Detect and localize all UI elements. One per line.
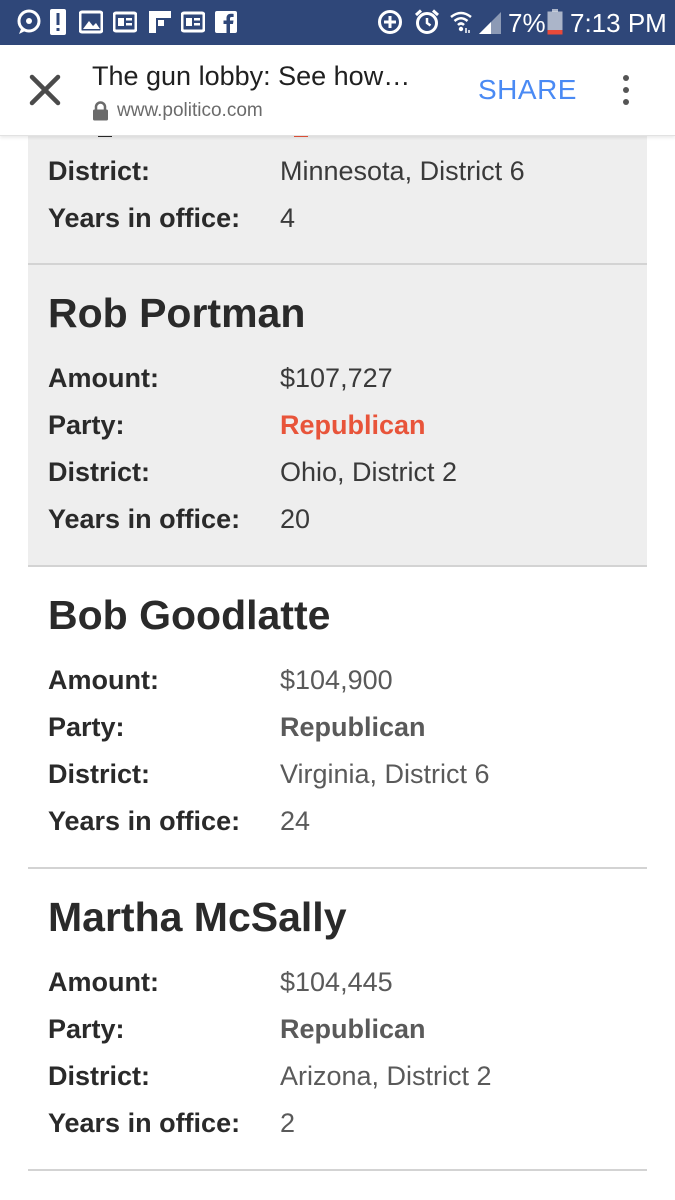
district-row: District: Arizona, District 2 xyxy=(48,1059,638,1093)
amount-label: Amount: xyxy=(48,967,159,997)
party-row: Party: Republican xyxy=(48,710,638,744)
party-value: Republican xyxy=(280,712,426,742)
party-label: Party: xyxy=(48,712,125,742)
candidate-name: Rob Portman xyxy=(48,290,306,336)
amount-label: Amount: xyxy=(48,665,159,695)
party-label: Party: xyxy=(48,410,125,440)
district-label: District: xyxy=(48,1061,151,1091)
battery-icon xyxy=(547,9,563,35)
flipboard-icon xyxy=(149,11,171,33)
party-row: Party: Republican xyxy=(48,1012,638,1046)
page-title: The gun lobby: See how… xyxy=(92,61,411,91)
amount-value: $107,727 xyxy=(280,363,393,393)
amount-row: Amount: $104,445 xyxy=(48,965,638,999)
district-label: District: xyxy=(48,457,151,487)
share-button[interactable]: SHARE xyxy=(478,73,577,107)
years-label: Years in office: xyxy=(48,806,241,836)
candidate-card: Rob Portman Amount: $107,727 Party: Repu… xyxy=(28,265,647,567)
years-value: 24 xyxy=(280,806,311,836)
years-row: Years in office: 2 xyxy=(48,1106,638,1140)
party-value: Republican xyxy=(280,410,426,440)
candidate-card-partial: District: Minnesota, District 6 Years in… xyxy=(28,135,647,265)
party-row: Party: Republican xyxy=(48,408,638,442)
years-value: 4 xyxy=(280,203,296,233)
clock: 7:13 PM xyxy=(570,8,667,38)
messenger-icon xyxy=(17,9,41,34)
years-row: Years in office: 4 xyxy=(48,201,638,235)
alarm-icon xyxy=(414,9,440,34)
browser-toolbar: The gun lobby: See how… www.politico.com… xyxy=(0,45,675,136)
amount-row: Amount: $104,900 xyxy=(48,663,638,697)
wifi-icon xyxy=(450,11,472,34)
district-value: Arizona, District 2 xyxy=(280,1061,492,1091)
years-label: Years in office: xyxy=(48,1108,241,1138)
candidate-name: Bob Goodlatte xyxy=(48,592,331,638)
district-label: District: xyxy=(48,759,151,789)
district-row: District: Virginia, District 6 xyxy=(48,757,638,791)
district-row: District: Minnesota, District 6 xyxy=(48,154,638,188)
years-label: Years in office: xyxy=(48,203,241,233)
candidate-name: Martha McSally xyxy=(48,894,347,940)
years-value: 20 xyxy=(280,504,311,534)
more-vert-icon xyxy=(623,75,629,105)
image-icon xyxy=(79,10,103,34)
close-button[interactable] xyxy=(22,67,68,113)
party-label: Party: xyxy=(48,1014,125,1044)
news-icon xyxy=(113,11,137,33)
news-icon xyxy=(181,11,205,33)
close-icon xyxy=(29,74,61,106)
district-row: District: Ohio, District 2 xyxy=(48,455,638,489)
signal-icon xyxy=(479,12,501,34)
candidate-card: Bob Goodlatte Amount: $104,900 Party: Re… xyxy=(28,567,647,869)
district-value: Ohio, District 2 xyxy=(280,457,458,487)
data-saver-icon xyxy=(378,10,402,34)
district-value: Minnesota, District 6 xyxy=(280,156,525,186)
amount-row: Amount: $107,727 xyxy=(48,361,638,395)
page-url: www.politico.com xyxy=(117,100,263,121)
facebook-icon xyxy=(215,11,237,34)
candidate-card: Martha McSally Amount: $104,445 Party: R… xyxy=(28,869,647,1171)
status-bar: 7% 7:13 PM xyxy=(0,0,675,45)
years-row: Years in office: 20 xyxy=(48,502,638,536)
district-label: District: xyxy=(48,156,151,186)
lock-icon xyxy=(93,101,108,121)
amount-value: $104,445 xyxy=(280,967,393,997)
years-value: 2 xyxy=(280,1108,296,1138)
alert-icon xyxy=(50,9,66,35)
amount-value: $104,900 xyxy=(280,665,393,695)
amount-label: Amount: xyxy=(48,363,159,393)
district-value: Virginia, District 6 xyxy=(280,759,490,789)
article-content: District: Minnesota, District 6 Years in… xyxy=(28,135,647,1171)
years-row: Years in office: 24 xyxy=(48,804,638,838)
more-options-button[interactable] xyxy=(611,67,641,113)
party-value: Republican xyxy=(280,1014,426,1044)
years-label: Years in office: xyxy=(48,504,241,534)
url-row: www.politico.com xyxy=(92,99,263,123)
battery-percent: 7% xyxy=(508,8,546,38)
